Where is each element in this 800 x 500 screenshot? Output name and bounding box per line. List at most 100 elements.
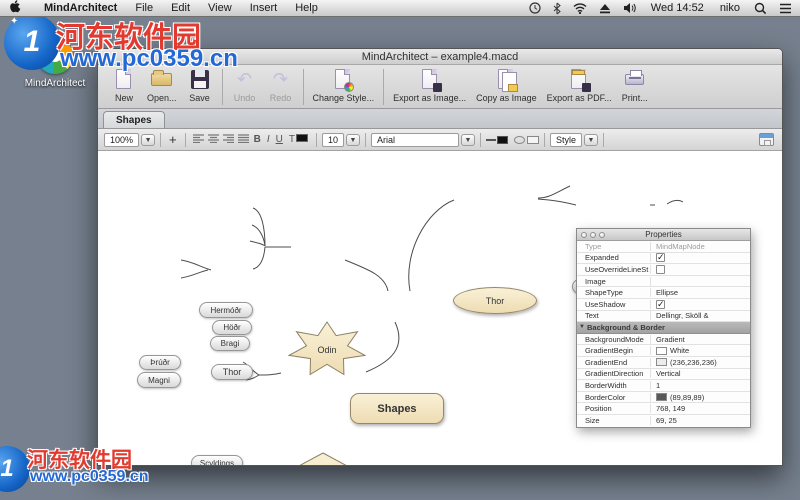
bordercolor-value-cell[interactable]: (89,89,89) — [651, 393, 750, 402]
useoverridelinest-checkbox[interactable] — [656, 264, 665, 274]
text-color-swatch — [295, 134, 308, 142]
new-button[interactable]: New — [111, 68, 137, 103]
menu-bar: MindArchitect File Edit View Insert Help… — [0, 0, 800, 17]
useshadow-checkbox[interactable] — [656, 299, 665, 309]
property-row-backgroundmode: BackgroundMode Gradient — [577, 333, 750, 346]
wifi-icon[interactable] — [573, 2, 587, 14]
tab-shapes[interactable]: Shapes — [103, 111, 165, 128]
align-justify-icon[interactable] — [237, 134, 249, 145]
mindarchitect-window: MindArchitect – example4.macd New Open..… — [97, 48, 783, 466]
zoom-level-combo[interactable]: 100% — [104, 132, 140, 147]
export-pdf-icon — [568, 68, 592, 92]
redo-button[interactable]: ↷ Redo — [268, 68, 294, 103]
add-node-button[interactable]: + — [166, 132, 180, 147]
print-icon — [624, 68, 646, 92]
align-right-icon[interactable] — [222, 134, 234, 145]
expanded-checkbox[interactable] — [656, 253, 665, 263]
menu-view[interactable]: View — [199, 0, 241, 17]
node-thor-top[interactable]: Thor — [453, 287, 537, 314]
section-collapse-triangle-icon[interactable]: ▼ — [577, 324, 587, 330]
section-background-border[interactable]: ▼ Background & Border — [577, 322, 750, 334]
properties-panel-title: Properties — [645, 230, 682, 239]
export-as-image-button[interactable]: Export as Image... — [393, 68, 466, 103]
align-left-icon[interactable] — [192, 134, 204, 145]
bold-button[interactable]: B — [251, 134, 264, 145]
menu-help[interactable]: Help — [286, 0, 327, 17]
node-hermodr[interactable]: Hermóðr — [199, 302, 253, 318]
document-tab-bar: Shapes — [98, 109, 782, 129]
properties-panel: Properties Type MindMapNode Expanded Use… — [576, 228, 751, 428]
font-size-combo[interactable]: 10 — [321, 132, 344, 147]
font-size-dropdown-button[interactable]: ▼ — [346, 133, 360, 146]
node-thor-left[interactable]: Thor — [211, 364, 253, 380]
node-heimdallr[interactable]: Heimdallr — [281, 452, 365, 465]
align-center-icon[interactable] — [207, 134, 219, 145]
inspector-toggle-button[interactable] — [759, 133, 774, 146]
zoom-dropdown-button[interactable]: ▼ — [141, 133, 156, 146]
node-scyldings[interactable]: Scyldings — [191, 455, 243, 465]
gradientbegin-color-swatch[interactable] — [656, 346, 667, 355]
bluetooth-icon[interactable] — [553, 2, 561, 15]
open-button[interactable]: Open... — [147, 68, 177, 103]
clock-icon[interactable] — [529, 2, 541, 14]
backgroundmode-value-cell[interactable]: Gradient — [651, 335, 750, 344]
node-hodr[interactable]: Höðr — [212, 320, 252, 335]
volume-icon[interactable] — [623, 2, 637, 14]
shapetype-value-cell[interactable]: Ellipse — [651, 288, 750, 297]
gradientbegin-value-cell[interactable]: White — [651, 346, 750, 355]
property-row-type: Type MindMapNode — [577, 241, 750, 253]
gradientend-value-cell[interactable]: (236,236,236) — [651, 358, 750, 367]
notification-list-icon[interactable] — [779, 3, 792, 14]
property-row-gradientbegin: GradientBegin White — [577, 345, 750, 357]
node-odin[interactable]: Odin — [288, 321, 366, 378]
menu-file[interactable]: File — [126, 0, 162, 17]
position-value-cell[interactable]: 768, 149 — [651, 404, 750, 413]
save-button[interactable]: Save — [187, 68, 213, 103]
shape-style-button[interactable] — [514, 135, 539, 145]
mindmap-canvas[interactable]: Hermóðr Höðr Bragi Þrúðr Magni Thor Odin… — [98, 151, 782, 465]
spotlight-icon[interactable] — [754, 2, 767, 15]
panel-window-buttons[interactable] — [581, 232, 605, 238]
node-thrudr[interactable]: Þrúðr — [139, 355, 181, 370]
style-combo[interactable]: Style — [550, 132, 583, 147]
properties-title-bar[interactable]: Properties — [577, 229, 750, 241]
gradientdirection-value-cell[interactable]: Vertical — [651, 369, 750, 378]
property-row-shapetype: ShapeType Ellipse — [577, 287, 750, 299]
panel-minimize-button[interactable] — [590, 232, 596, 238]
undo-button[interactable]: ↶ Undo — [232, 68, 258, 103]
italic-button[interactable]: I — [264, 134, 273, 145]
apple-menu-icon[interactable] — [10, 0, 21, 16]
text-color-button[interactable]: T — [286, 134, 311, 145]
font-family-dropdown-button[interactable]: ▼ — [461, 133, 475, 146]
borderwidth-value-cell[interactable]: 1 — [651, 381, 750, 390]
change-style-icon — [332, 68, 355, 92]
print-button[interactable]: Print... — [622, 68, 648, 103]
property-row-image: Image — [577, 275, 750, 288]
property-row-borderwidth: BorderWidth 1 — [577, 380, 750, 392]
node-shapes[interactable]: Shapes — [350, 393, 444, 424]
node-magni[interactable]: Magni — [137, 372, 181, 388]
node-bragi[interactable]: Bragi — [210, 336, 250, 351]
copy-as-image-button[interactable]: Copy as Image — [476, 68, 537, 103]
gradientend-color-swatch[interactable] — [656, 358, 667, 367]
style-dropdown-button[interactable]: ▼ — [584, 133, 599, 146]
menu-insert[interactable]: Insert — [241, 0, 287, 17]
text-value-cell[interactable]: Dellingr, Sköll & — [651, 311, 750, 320]
bordercolor-color-swatch[interactable] — [656, 393, 667, 402]
panel-close-button[interactable] — [581, 232, 587, 238]
font-family-combo[interactable]: Arial — [371, 132, 459, 147]
menubar-clock-text[interactable]: Wed 14:52 — [649, 2, 706, 14]
eject-icon[interactable] — [599, 3, 611, 14]
size-value-cell[interactable]: 69, 25 — [651, 416, 750, 425]
format-toolbar: 100% ▼ + B I U T 10 ▼ Arial ▼ Style ▼ — [98, 129, 782, 151]
menubar-user[interactable]: niko — [718, 2, 742, 14]
change-style-button[interactable]: Change Style... — [313, 68, 374, 103]
export-as-pdf-button[interactable]: Export as PDF... — [547, 68, 612, 103]
panel-zoom-button[interactable] — [599, 232, 605, 238]
menu-edit[interactable]: Edit — [162, 0, 199, 17]
watermark-logo-digit: 1 — [23, 25, 41, 58]
underline-button[interactable]: U — [273, 134, 286, 145]
line-color-swatch — [497, 136, 508, 145]
menu-app-name[interactable]: MindArchitect — [35, 0, 126, 17]
line-color-button[interactable] — [486, 135, 508, 145]
